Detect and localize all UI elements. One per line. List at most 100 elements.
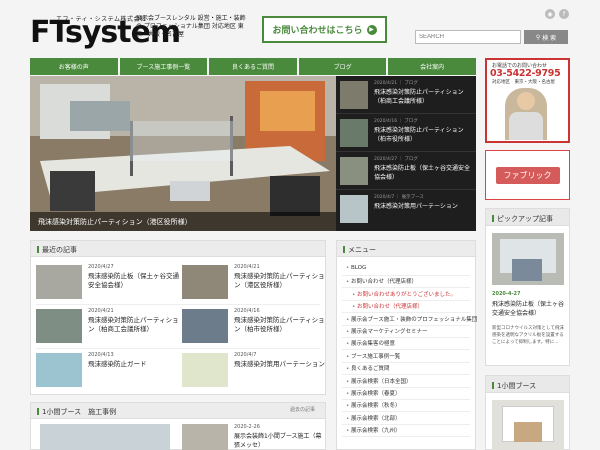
office-photo [30,76,336,231]
menu-item[interactable]: 良くあるご質問 [346,364,390,372]
menu-item[interactable]: 展示会ブース施工・装飾のプロフェッショナル集団 [346,315,477,323]
feed-thumbnail [340,195,368,223]
fabric-label: ファブリック [495,166,560,184]
pickup-thumbnail[interactable] [492,233,564,285]
contact-label: お問い合わせはこちら [272,26,363,36]
divider [342,349,470,351]
post-title: 飛沫感染対策防止パーティション（柏商工会議所様） [88,316,179,333]
divider [342,374,470,376]
feed-title: 飛沫感染対策用パーテーション [374,203,458,210]
divider [342,411,470,413]
post-title: 飛沫感染防止ガード [88,360,147,368]
feed-meta: 2020/4/27 ｜ ブログ [374,157,418,162]
staff-photo [505,88,547,140]
feed-item[interactable]: 2020/4/7 ｜ 展示ブース 飛沫感染対策用パーテーション [336,190,476,228]
hero-caption[interactable]: 飛沫感染対策防止パーティション（港区役所様） [30,212,336,231]
menu-item[interactable]: 展示会集客の極意 [346,339,395,347]
menu-item[interactable]: ブース施工事例一覧 [346,352,400,360]
booth-side-thumbnail[interactable] [492,400,564,450]
menu-heading: メニュー [337,241,475,257]
post-date: 2020/4/21 [88,308,114,314]
menu-item[interactable]: 展示会検索（秋冬） [346,401,401,409]
menu-item[interactable]: お問い合わせ（代理店様） [346,277,417,285]
feed-meta: 2020/4/7 ｜ 展示ブース [374,195,424,200]
divider [342,361,470,363]
divider [342,436,470,438]
search-input[interactable] [415,30,521,44]
divider [342,423,470,425]
pickup-heading: ピックアップ記事 [486,209,569,226]
post-thumbnail [182,353,228,387]
divider [342,337,470,338]
recent-post[interactable]: 2020/4/21 飛沫感染対策防止パーティション（港区役所様） [182,262,325,306]
arrow-right-icon: ▶ [366,24,377,35]
menu-item[interactable]: 展示会マーケティングセミナー [346,327,428,335]
post-thumbnail [182,309,228,343]
menu-item[interactable]: 展示会検索（日本全国） [346,377,412,385]
booth-case-thumbnail[interactable] [182,424,228,450]
divider [342,324,470,326]
post-thumbnail [182,265,228,299]
booth-case-date: 2020-2-26 [234,424,260,430]
divider [342,299,470,301]
pickup-date: 2020-4-27 [492,291,521,297]
post-title: 飛沫感染防止板（保土ヶ谷交通安全協会様） [88,272,179,289]
pickup-excerpt: 新型コロナウイルス対策として飛沫感染を透明なアクリル板を設置することによって抑制… [492,326,564,345]
nav-item-voice[interactable]: お客様の声 [30,58,118,75]
post-thumbnail [36,265,82,299]
feed-item[interactable]: 2020/4/16 ｜ ブログ 飛沫感染対策防止パーティション（柏市役所様） [336,114,476,152]
feed-item[interactable]: 2020/4/21 ｜ ブログ 飛沫感染対策防止パーティション（柏商工会議所様） [336,76,476,114]
nav-item-company[interactable]: 会社案内 [388,58,476,75]
nav-item-cases[interactable]: ブース施工事例一覧 [119,58,208,75]
rss-icon[interactable]: ◉ [545,9,555,19]
post-date: 2020/4/7 [234,352,257,358]
feed-title: 飛沫感染防止板（保土ヶ谷交通安全協会様） [374,165,471,181]
feed-title: 飛沫感染対策防止パーティション（柏商工会議所様） [374,89,464,105]
nav-item-faq[interactable]: 良くあるご質問 [209,58,297,75]
post-date: 2020/4/21 [234,264,260,270]
divider [342,399,470,400]
pickup-title[interactable]: 飛沫感染防止板（保土ヶ谷交通安全協会様） [492,300,566,318]
recent-post[interactable]: 2020/4/16 飛沫感染対策防止パーティション（柏市役所様） [182,306,325,350]
feed-meta: 2020/4/16 ｜ ブログ [374,119,418,124]
search-button[interactable]: ⚲ 検 索 [524,30,568,44]
fabric-banner[interactable]: ファブリック [485,150,570,200]
menu-item[interactable]: 展示会検索（九州） [346,426,401,434]
nav-item-blog[interactable]: ブログ [298,58,387,75]
feed-thumbnail [340,81,368,109]
site-tagline: 展示会ブースレンタル 設営・施工・装飾の プロフェッショナル集団 対応地区 東京… [136,15,246,38]
recent-posts-heading: 最近の記事 [31,241,325,257]
post-thumbnail [36,353,82,387]
phone-number[interactable]: 03-5422-9795 [490,68,561,79]
facebook-icon[interactable]: f [559,9,569,19]
recent-post[interactable]: 2020/4/7 飛沫感染対策用パーテーション [182,350,325,394]
featured-feed: 2020/4/21 ｜ ブログ 飛沫感染対策防止パーティション（柏商工会議所様）… [336,76,476,231]
search-button-label: 検 索 [542,34,557,42]
divider [342,287,470,289]
menu-item[interactable]: BLOG [346,265,366,271]
feed-thumbnail [340,119,368,147]
booth-side-heading: 1小間ブース [486,376,569,393]
divider [36,304,320,305]
menu-item[interactable]: お問い合わせありがとうございました。 [352,290,456,298]
phone-area: 対応地区 東京・大阪・名古屋 [492,80,555,85]
divider [342,312,470,314]
feed-item[interactable]: 2020/4/27 ｜ ブログ 飛沫感染防止板（保土ヶ谷交通安全協会様） [336,152,476,190]
booth-case-title[interactable]: 展示会装飾1小間ブース施工（幕張メッセ） [234,432,322,450]
feed-meta: 2020/4/21 ｜ ブログ [374,81,418,86]
main-nav: お客様の声 ブース施工事例一覧 良くあるご質問 ブログ 会社案内 [30,58,476,75]
menu-item[interactable]: 展示会検索（北部） [346,414,401,422]
post-date: 2020/4/16 [234,308,260,314]
divider [342,386,470,388]
booth-case-thumbnail[interactable] [40,424,170,450]
hero-image[interactable] [30,76,336,231]
recent-post[interactable]: 2020/4/27 飛沫感染防止板（保土ヶ谷交通安全協会様） [36,262,179,306]
menu-item[interactable]: お問い合わせ（代理店様） [352,302,423,310]
divider [36,348,320,349]
contact-button[interactable]: お問い合わせはこちら ▶ [262,16,387,43]
recent-post[interactable]: 2020/4/13 飛沫感染防止ガード [36,350,178,394]
menu-item[interactable]: 展示会検索（春夏） [346,389,401,397]
recent-post[interactable]: 2020/4/21 飛沫感染対策防止パーティション（柏商工会議所様） [36,306,179,350]
more-posts-link[interactable]: 過去の記事 [290,406,315,413]
booth-side-box: 1小間ブース [485,375,570,450]
